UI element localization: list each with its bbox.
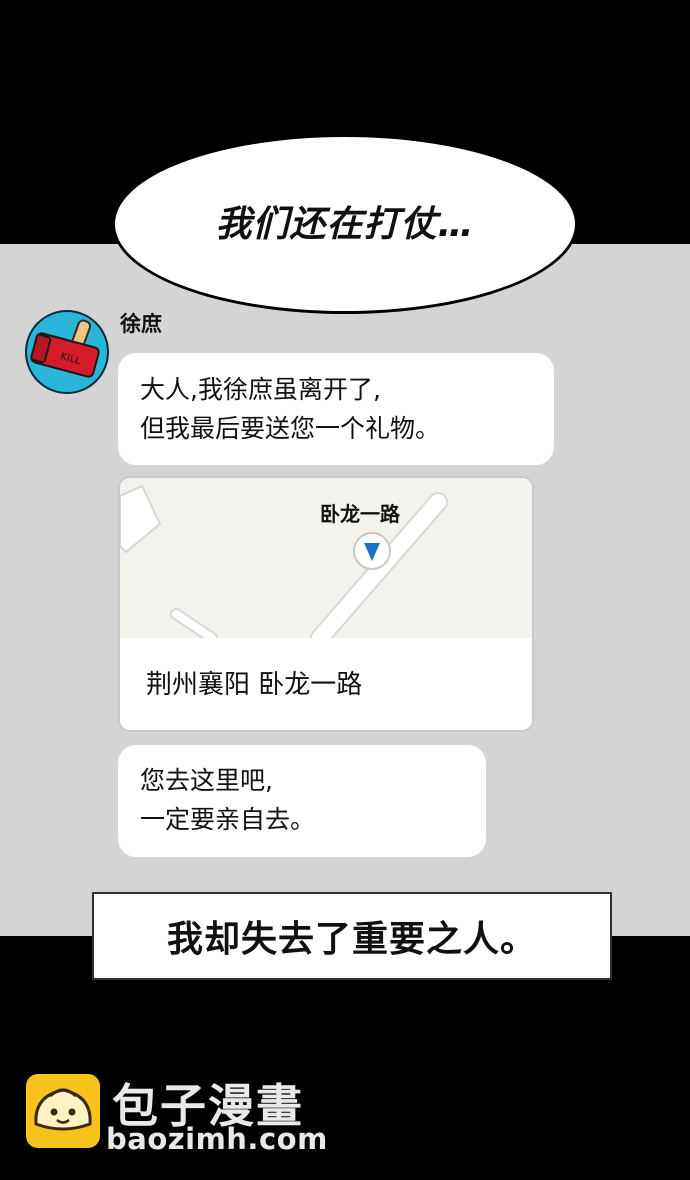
hammer-kill-icon: KILL xyxy=(30,319,100,378)
map-road-label: 卧龙一路 xyxy=(320,502,400,526)
chat-message-line: 大人,我徐庶虽离开了, xyxy=(140,375,381,404)
map-preview: 卧龙一路 xyxy=(120,478,532,638)
sender-name: 徐庶 xyxy=(120,312,162,336)
narration-caption-box: 我却失去了重要之人。 xyxy=(92,892,612,980)
avatar[interactable]: KILL xyxy=(25,310,109,394)
chat-message-bubble: 您去这里吧, 一定要亲自去。 xyxy=(118,745,486,857)
watermark-url: baozimh.com xyxy=(106,1122,328,1156)
chat-message-line: 但我最后要送您一个礼物。 xyxy=(140,414,441,443)
chat-message-bubble: 大人,我徐庶虽离开了, 但我最后要送您一个礼物。 xyxy=(118,353,554,465)
narration-caption-text: 我却失去了重要之人。 xyxy=(166,919,537,960)
location-card[interactable]: 卧龙一路 荆州襄阳 卧龙一路 xyxy=(118,476,534,732)
chat-message-line: 一定要亲自去。 xyxy=(140,805,316,834)
location-address: 荆州襄阳 卧龙一路 xyxy=(146,670,363,700)
bun-mascot-icon xyxy=(26,1074,100,1148)
speech-bubble: 我们还在打仗… xyxy=(112,134,578,314)
chat-message-line: 您去这里吧, xyxy=(140,766,273,795)
map-pin-icon[interactable] xyxy=(352,531,392,571)
speech-bubble-text: 我们还在打仗… xyxy=(215,204,475,245)
